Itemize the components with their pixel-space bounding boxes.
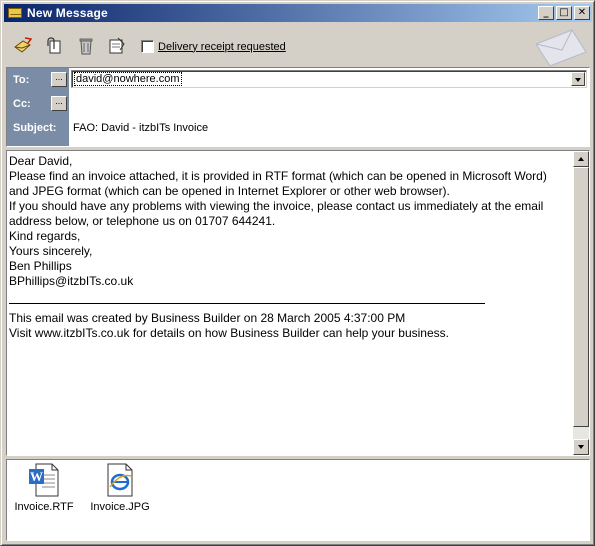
- address-book-icon: [109, 37, 125, 54]
- ie-image-icon: [107, 463, 133, 497]
- body-line: If you should have any problems with vie…: [9, 199, 544, 213]
- delete-button[interactable]: [75, 36, 97, 56]
- maximize-button[interactable]: □: [556, 6, 572, 20]
- attachment-item[interactable]: W Invoice.RTF: [9, 463, 79, 513]
- scroll-thumb[interactable]: [573, 167, 589, 427]
- toolbar: Delivery receipt requested: [4, 24, 592, 66]
- envelope-decoration-icon: [535, 29, 587, 66]
- to-row: To: ... david@nowhere.com: [7, 68, 589, 92]
- send-button[interactable]: [12, 36, 34, 56]
- attachment-item[interactable]: Invoice.JPG: [85, 463, 155, 513]
- delivery-receipt-checkbox[interactable]: [141, 40, 154, 53]
- svg-text:W: W: [30, 469, 43, 484]
- to-address-button[interactable]: ...: [51, 72, 67, 87]
- delivery-receipt-label: Delivery receipt requested: [158, 40, 286, 53]
- vertical-scrollbar[interactable]: [573, 151, 589, 455]
- to-field[interactable]: david@nowhere.com: [71, 70, 587, 88]
- body-line: Kind regards,: [9, 229, 81, 243]
- to-label: To:: [13, 74, 30, 86]
- title-bar[interactable]: New Message _ □ ✕: [4, 4, 592, 22]
- minimize-button[interactable]: _: [538, 6, 554, 20]
- delete-icon: [79, 38, 93, 55]
- subject-label: Subject:: [13, 122, 57, 134]
- attachments-pane: W Invoice.RTF Invoice.JPG: [6, 459, 590, 541]
- subject-row: Subject: FAO: David - itzbITs Invoice: [7, 116, 589, 140]
- cc-row: Cc: ...: [7, 92, 589, 116]
- attachment-name: Invoice.RTF: [14, 501, 74, 513]
- scroll-up-button[interactable]: [573, 151, 589, 167]
- body-line: Please find an invoice attached, it is p…: [9, 169, 547, 183]
- cc-address-button[interactable]: ...: [51, 96, 67, 111]
- body-line: Dear David,: [9, 154, 73, 168]
- body-line: BPhillips@itzbITs.co.uk: [9, 274, 134, 288]
- footer-line: This email was created by Business Build…: [9, 311, 406, 325]
- subject-field[interactable]: FAO: David - itzbITs Invoice: [73, 122, 208, 134]
- body-line: Yours sincerely,: [9, 244, 93, 258]
- footer-line: Visit www.itzbITs.co.uk for details on h…: [9, 326, 449, 340]
- attach-icon: [47, 37, 61, 54]
- message-window: New Message _ □ ✕ Delivery receipt reque…: [0, 0, 595, 546]
- message-body-text[interactable]: Dear David, Please find an invoice attac…: [9, 154, 571, 341]
- envelope-icon: [8, 8, 22, 18]
- word-document-icon: W: [29, 463, 59, 497]
- body-line: Ben Phillips: [9, 259, 72, 273]
- message-header: To: ... david@nowhere.com Cc: ... Subjec…: [6, 67, 590, 147]
- cc-label: Cc:: [13, 98, 31, 110]
- address-book-button[interactable]: [106, 36, 128, 56]
- signature-divider: [9, 303, 485, 304]
- body-line: address below, or telephone us on 01707 …: [9, 214, 276, 228]
- send-icon: [14, 37, 33, 53]
- scroll-down-button[interactable]: [573, 439, 589, 455]
- window-title: New Message: [27, 6, 108, 20]
- attachment-name: Invoice.JPG: [90, 501, 150, 513]
- window-controls: _ □ ✕: [536, 6, 590, 20]
- to-dropdown-button[interactable]: [571, 72, 585, 86]
- delivery-receipt-option[interactable]: Delivery receipt requested: [141, 40, 286, 53]
- to-value: david@nowhere.com: [74, 72, 182, 86]
- body-line: and JPEG format (which can be opened in …: [9, 184, 450, 198]
- attach-button[interactable]: [44, 36, 66, 56]
- close-button[interactable]: ✕: [574, 6, 590, 20]
- message-body[interactable]: Dear David, Please find an invoice attac…: [6, 150, 590, 456]
